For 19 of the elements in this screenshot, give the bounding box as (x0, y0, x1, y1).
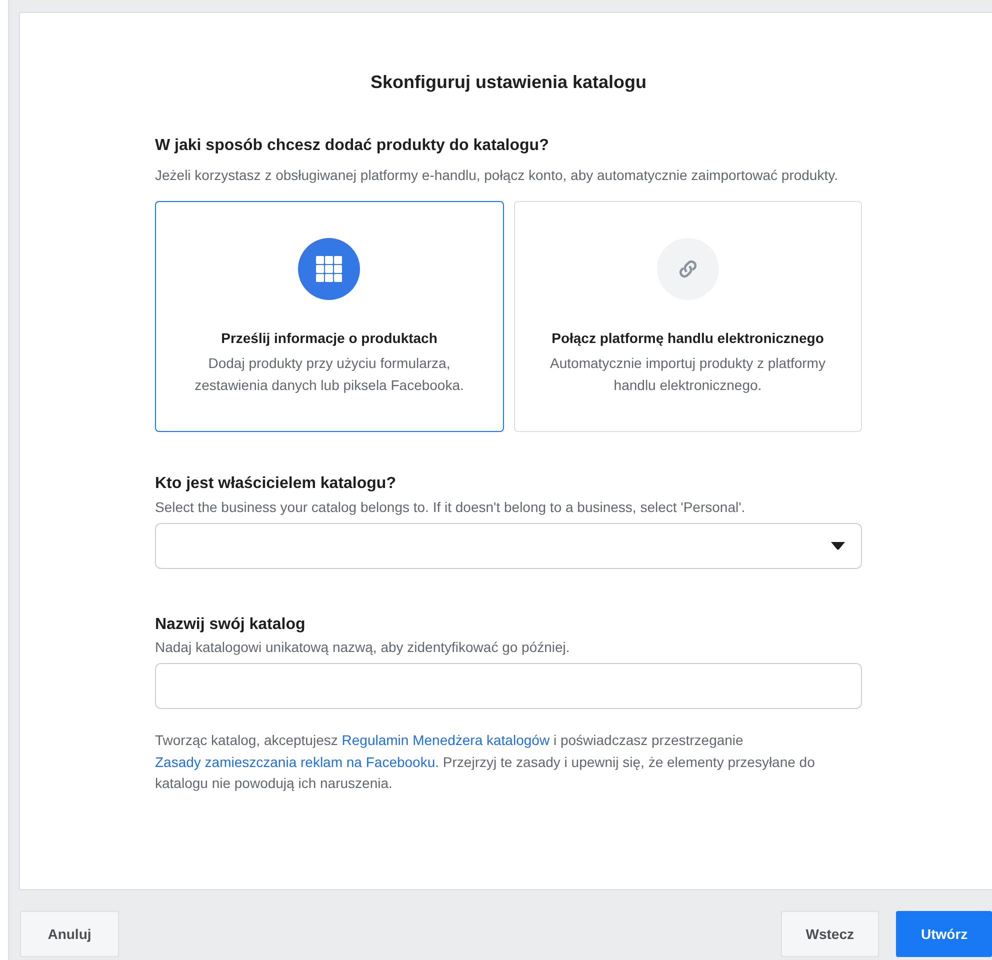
option-card[interactable]: Prześlij informacje o produktach Dodaj produkty przy użyciu formularza, zestawienia danych lub piksela Facebooka. (155, 201, 504, 432)
option-card[interactable]: Połącz platformę handlu elektronicznego Automatycznie importuj produkty z platformy handlu elektronicznego. (514, 201, 862, 432)
terms-text: Tworząc katalog, akceptujesz Regulamin Menedżera katalogów i poświadczasz przestrzeganie Zasady zamieszczania reklam na Facebooku. Przejrzyj te zasady i upewnij się, że elementy przesyłane do katalogu nie powodują ich naruszenia. (155, 731, 816, 793)
section-description: Nadaj katalogowi unikatową nazwą, aby zidentyfikować go później. (155, 638, 571, 657)
section-description: Select the business your catalog belongs to. If it doesn't belong to a business, select 'Personal'. (155, 498, 746, 517)
option-title: Połącz platformę handlu elektronicznego (552, 329, 824, 348)
section-heading: W jaki sposób chcesz dodać produkty do katalogu? (155, 136, 550, 156)
option-description: Dodaj produkty przy użyciu formularza, zestawienia danych lub piksela Facebooka. (194, 354, 465, 395)
dialog-title: Skonfiguruj ustawienia katalogu (369, 71, 648, 93)
section-description: Jeżeli korzystasz z obsługiwanej platformy e-handlu, połącz konto, aby automatycznie zaimportować produkty. (155, 166, 839, 185)
footer-button[interactable]: Wstecz (780, 911, 879, 957)
footer-button[interactable]: Anuluj (20, 911, 119, 957)
create-button[interactable]: Utwórz (896, 911, 992, 957)
terms-link[interactable]: Zasady zamieszczania reklam na Facebooku (155, 754, 436, 770)
section-heading: Kto jest właścicielem katalogu? (155, 474, 397, 494)
terms-link[interactable]: Regulamin Menedżera katalogów (342, 732, 550, 748)
option-title: Prześlij informacje o produktach (221, 329, 438, 348)
section-heading: Nazwij swój katalog (155, 615, 306, 635)
option-description: Automatycznie importuj produkty z platformy handlu elektronicznego. (549, 354, 826, 395)
